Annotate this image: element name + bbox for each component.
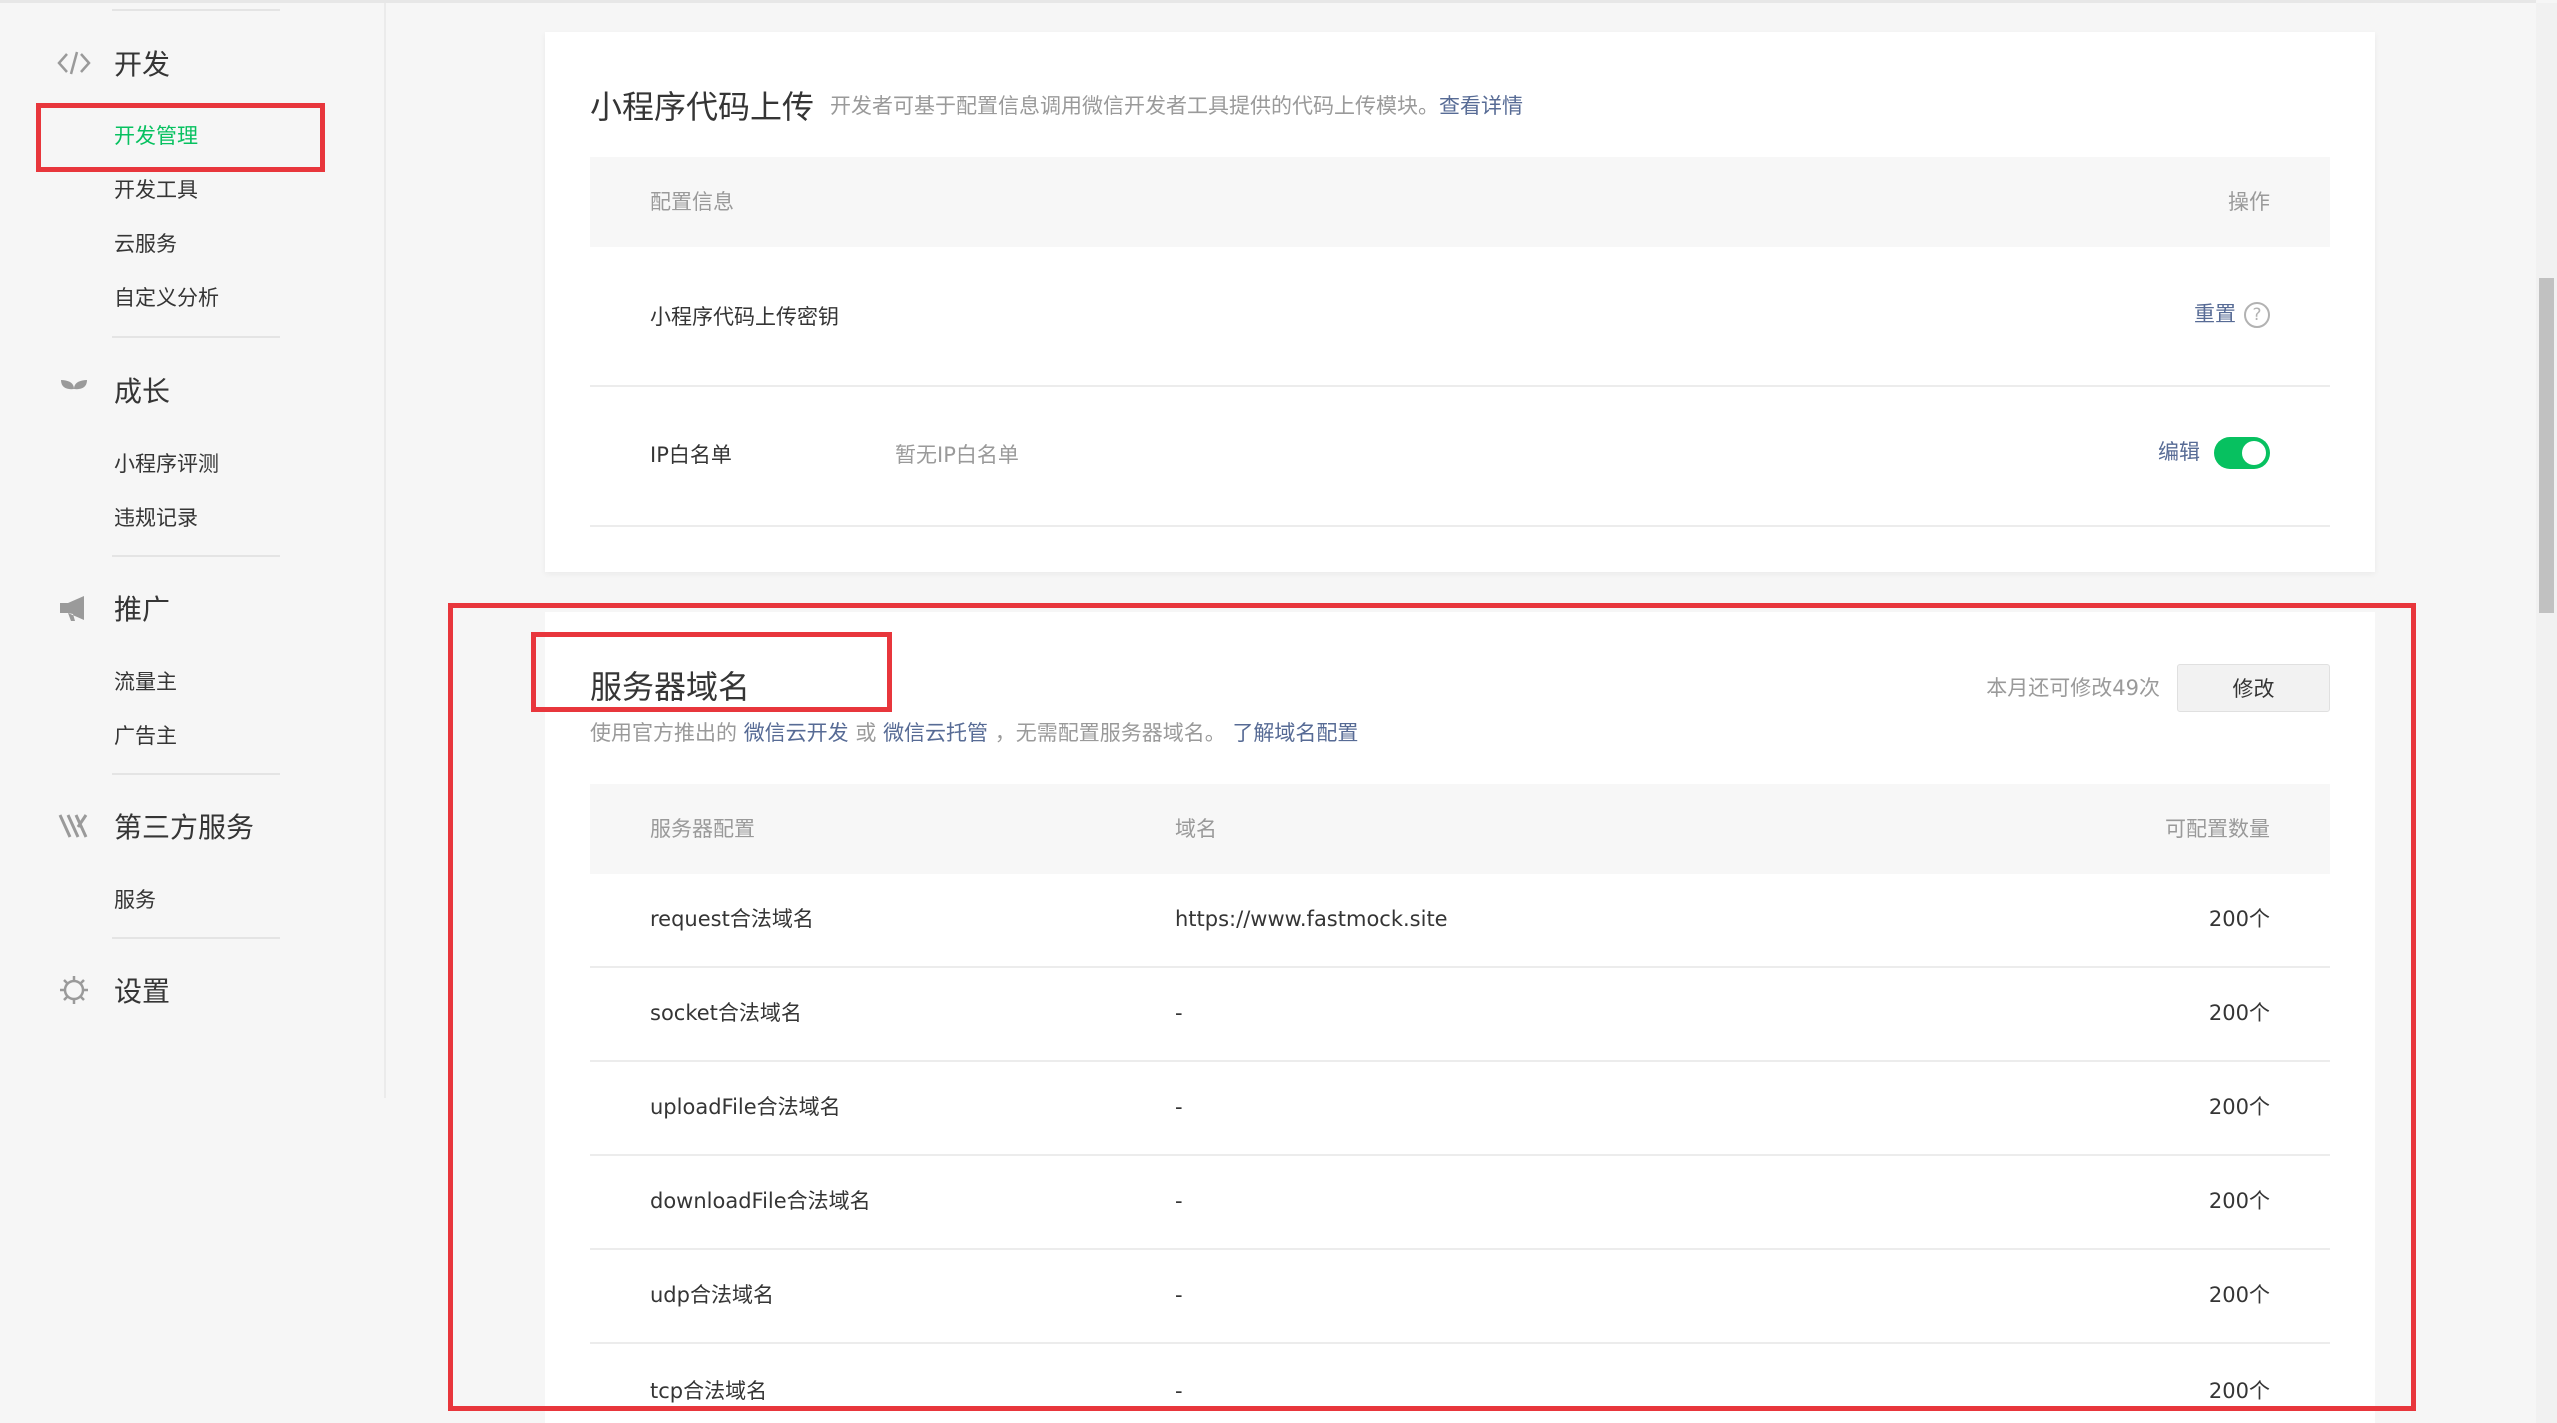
code-upload-panel: 小程序代码上传 开发者可基于配置信息调用微信开发者工具提供的代码上传模块。查看详… [545,32,2375,572]
sidebar-divider [112,937,280,939]
panel-description: 开发者可基于配置信息调用微信开发者工具提供的代码上传模块。查看详情 [830,90,1523,120]
third-party-icon [52,806,96,846]
sidebar-section-label: 开发 [114,48,171,81]
sidebar-section-label: 设置 [114,975,171,1008]
sidebar-section-label: 第三方服务 [114,811,255,844]
sidebar-section-settings[interactable]: 设置 [52,965,170,1015]
scrollbar[interactable] [2536,3,2557,1423]
column-header: 操作 [2228,190,2270,214]
highlight-domain-panel [448,603,2416,1411]
reset-link[interactable]: 重置 [2194,302,2236,326]
sidebar-item-publisher[interactable]: 流量主 [114,667,177,697]
sprout-icon [52,370,96,410]
sidebar-section-third-party[interactable]: 第三方服务 [52,801,254,851]
column-header: 配置信息 [650,190,734,214]
highlight-dev-management [36,103,325,172]
help-icon[interactable]: ? [2244,302,2270,328]
description-text: 开发者可基于配置信息调用微信开发者工具提供的代码上传模块。 [830,94,1439,118]
sidebar-item-advertiser[interactable]: 广告主 [114,721,177,751]
row-action: 重置? [2194,299,2270,329]
sidebar-divider [112,336,280,338]
sidebar-section-dev[interactable]: 开发 [52,38,170,88]
row-action: 编辑 [2158,437,2270,469]
sidebar-divider [112,9,280,11]
row-label: 小程序代码上传密钥 [650,305,839,329]
sidebar-item-dev-tools[interactable]: 开发工具 [114,175,198,205]
code-icon [52,43,96,83]
table-row: 小程序代码上传密钥 重置? [590,247,2330,387]
table-header: 配置信息 操作 [590,157,2330,247]
sidebar-item-violations[interactable]: 违规记录 [114,503,198,533]
table-row: IP白名单 暂无IP白名单 编辑 [590,387,2330,527]
sidebar-section-label: 推广 [114,593,171,626]
panel-title: 小程序代码上传 [590,88,815,126]
row-value: 暂无IP白名单 [895,443,1019,467]
gear-icon [52,970,96,1010]
sidebar-section-promotion[interactable]: 推广 [52,583,170,633]
sidebar-divider [112,555,280,557]
sidebar-section-label: 成长 [114,375,171,408]
row-label: IP白名单 [650,443,732,467]
sidebar-item-custom-analysis[interactable]: 自定义分析 [114,283,219,313]
megaphone-icon [52,588,96,628]
sidebar-divider [112,773,280,775]
view-details-link[interactable]: 查看详情 [1439,94,1523,118]
sidebar-item-service[interactable]: 服务 [114,885,156,915]
sidebar-item-cloud-service[interactable]: 云服务 [114,229,177,259]
edit-link[interactable]: 编辑 [2158,440,2200,464]
sidebar-item-evaluation[interactable]: 小程序评测 [114,449,219,479]
scrollbar-thumb[interactable] [2539,278,2554,613]
sidebar-section-growth[interactable]: 成长 [52,365,170,415]
ip-whitelist-toggle[interactable] [2214,437,2270,469]
